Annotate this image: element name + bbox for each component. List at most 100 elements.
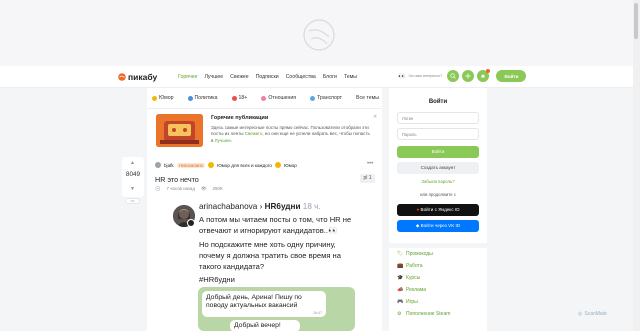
search-icon xyxy=(450,73,457,79)
megaphone-icon: 📣 xyxy=(397,287,404,293)
screenshot-text-1: А потом мы читаем посты о том, что HR не… xyxy=(199,215,352,235)
best-link[interactable]: Лучшее xyxy=(215,138,231,143)
category-transport[interactable]: Транспорт xyxy=(310,95,342,101)
main-nav: Горячее Лучшее Свежее Подписки Сообществ… xyxy=(178,74,364,80)
briefcase-icon: 💼 xyxy=(397,263,404,269)
hot-posts-title: Горячие публикации xyxy=(211,115,269,121)
more-options-icon[interactable]: ••• xyxy=(125,198,140,204)
post-author[interactable]: bjafk xyxy=(164,163,174,168)
post-community[interactable]: Юмор для всех и каждого xyxy=(217,163,272,168)
post-time: 7 часов назад xyxy=(166,186,195,191)
post-title[interactable]: HR это нечто xyxy=(155,175,199,184)
side-link-ads[interactable]: 📣 Реклама xyxy=(397,287,426,293)
post-menu-icon[interactable]: ••• xyxy=(367,161,373,167)
submit-login-button[interactable]: Войти xyxy=(397,146,479,158)
post-image: arinachabanova › HR6удни 18 ч. А потом м… xyxy=(165,197,361,331)
scrollbar-thumb[interactable] xyxy=(634,3,638,39)
yandex-login-button[interactable]: ● Войти с Яндекс ID xyxy=(397,204,479,216)
nav-fresh[interactable]: Свежее xyxy=(230,74,249,80)
upvote-icon[interactable]: ▲ xyxy=(130,160,135,166)
category-label: Отношения xyxy=(268,95,297,101)
side-link-steam[interactable]: ⚙ Пополнение Steam xyxy=(397,311,450,317)
vk-icon: ◆ xyxy=(415,223,420,228)
graduation-icon: 🎓 xyxy=(397,275,404,281)
logo-text: пикабу xyxy=(128,72,158,82)
hot-posts-description: Здесь самые интересные посты прямо сейча… xyxy=(211,125,373,144)
steam-icon: ⚙ xyxy=(397,311,402,317)
nav-hot[interactable]: Горячее xyxy=(178,74,197,80)
avatar[interactable] xyxy=(155,162,161,168)
screenshot-time: 18 ч. xyxy=(302,202,321,211)
screenshot-hashtag: #HR6удни xyxy=(199,275,235,284)
screenshot-channel: HR6удни xyxy=(264,202,301,211)
or-continue-text: или продолжите с xyxy=(420,192,456,197)
login-button[interactable]: Войти xyxy=(496,70,527,82)
add-post-button[interactable] xyxy=(462,70,475,82)
search-hint[interactable]: Что вам интересно? xyxy=(408,74,444,78)
chat-time: 16:47 xyxy=(313,310,322,315)
pikabu-logo-icon xyxy=(118,73,126,81)
yandex-login-label: Войти с Яндекс ID xyxy=(420,207,460,212)
eyes-icon: 👀 xyxy=(398,73,406,80)
post-meta: 🕒 7 часов назад 👁 250K xyxy=(155,186,223,192)
vote-panel: ▲ 8049 ▼ xyxy=(122,157,144,197)
desc-text: . xyxy=(230,137,233,143)
notification-dot xyxy=(486,69,491,73)
category-adult[interactable]: 18+ xyxy=(231,95,248,101)
category-label: Юмор xyxy=(159,95,174,101)
nav-communities[interactable]: Сообщества xyxy=(286,74,316,80)
vk-login-label: Войти через VK ID xyxy=(420,223,461,228)
side-link-courses[interactable]: 🎓 Курсы xyxy=(397,275,420,281)
password-input[interactable]: Пароль xyxy=(397,128,479,140)
politics-icon xyxy=(187,95,193,101)
category-label: Политика xyxy=(194,95,218,101)
screenshot-header: arinachabanova › HR6удни 18 ч. xyxy=(199,202,321,211)
nav-blogs[interactable]: Блоги xyxy=(323,74,337,80)
side-link-label: Пополнение Steam xyxy=(406,311,451,317)
screenshot-username: arinachabanova xyxy=(199,202,258,211)
login-title: Войти xyxy=(428,99,448,105)
create-account-button[interactable]: Создать аккаунт xyxy=(397,162,479,174)
nav-subscriptions[interactable]: Подписки xyxy=(256,74,279,80)
category-humor[interactable]: Юмор xyxy=(152,95,174,101)
category-label: 18+ xyxy=(238,95,248,101)
category-all[interactable]: Все темы xyxy=(356,95,379,101)
login-panel: Войти Логин Пароль Войти Создать аккаунт… xyxy=(389,88,487,243)
screenshot-text-2: Но подскажите мне хоть одну причину, поч… xyxy=(199,240,341,271)
side-link-label: Реклама xyxy=(406,287,427,293)
chat-bubble: Добрый вечер! xyxy=(230,320,300,331)
category-label: Транспорт xyxy=(317,95,343,101)
watermark: ◎ ScanMate xyxy=(578,311,607,317)
side-link-label: Курсы xyxy=(406,275,421,281)
login-input[interactable]: Логин xyxy=(397,112,479,124)
logo[interactable]: пикабу xyxy=(118,72,157,82)
search-button[interactable] xyxy=(447,70,460,82)
side-links-panel: 🏷 Промокоды 💼 Работа 🎓 Курсы 📣 Реклама 🎮 Игры… xyxy=(389,248,487,331)
side-link-jobs[interactable]: 💼 Работа xyxy=(397,263,423,269)
scrollbar[interactable] xyxy=(633,0,640,331)
scanmate-icon: ◎ xyxy=(578,311,583,317)
navbar: пикабу Горячее Лучшее Свежее Подписки Со… xyxy=(0,66,640,88)
downvote-icon[interactable]: ▼ xyxy=(130,186,135,192)
vk-login-button[interactable]: ◆ Войти через VK ID xyxy=(397,220,479,232)
category-relationships[interactable]: Отношения xyxy=(261,95,296,101)
gamepad-icon: 🎮 xyxy=(397,299,404,305)
plus-icon xyxy=(465,73,471,79)
community-icon xyxy=(208,162,215,168)
side-link-promocodes[interactable]: 🏷 Промокоды xyxy=(397,251,433,257)
chevron-right-icon: › xyxy=(259,202,263,211)
notifications-button[interactable] xyxy=(477,69,491,82)
nav-topics[interactable]: Темы xyxy=(344,74,357,80)
forgot-password-link[interactable]: Забыли пароль? xyxy=(389,179,487,184)
bell-icon xyxy=(481,74,486,78)
vote-count: 8049 xyxy=(125,171,141,178)
side-link-games[interactable]: 🎮 Игры xyxy=(397,299,418,305)
post-tag-community[interactable]: Юмор xyxy=(284,163,297,168)
fresh-link[interactable]: Свежего xyxy=(245,131,263,136)
yandex-icon: ● xyxy=(416,207,420,212)
category-politics[interactable]: Политика xyxy=(187,95,218,101)
humor-icon xyxy=(274,162,281,168)
close-icon[interactable]: ✕ xyxy=(373,114,377,120)
nav-best[interactable]: Лучшее xyxy=(204,74,223,80)
side-link-label: Игры xyxy=(406,299,418,305)
